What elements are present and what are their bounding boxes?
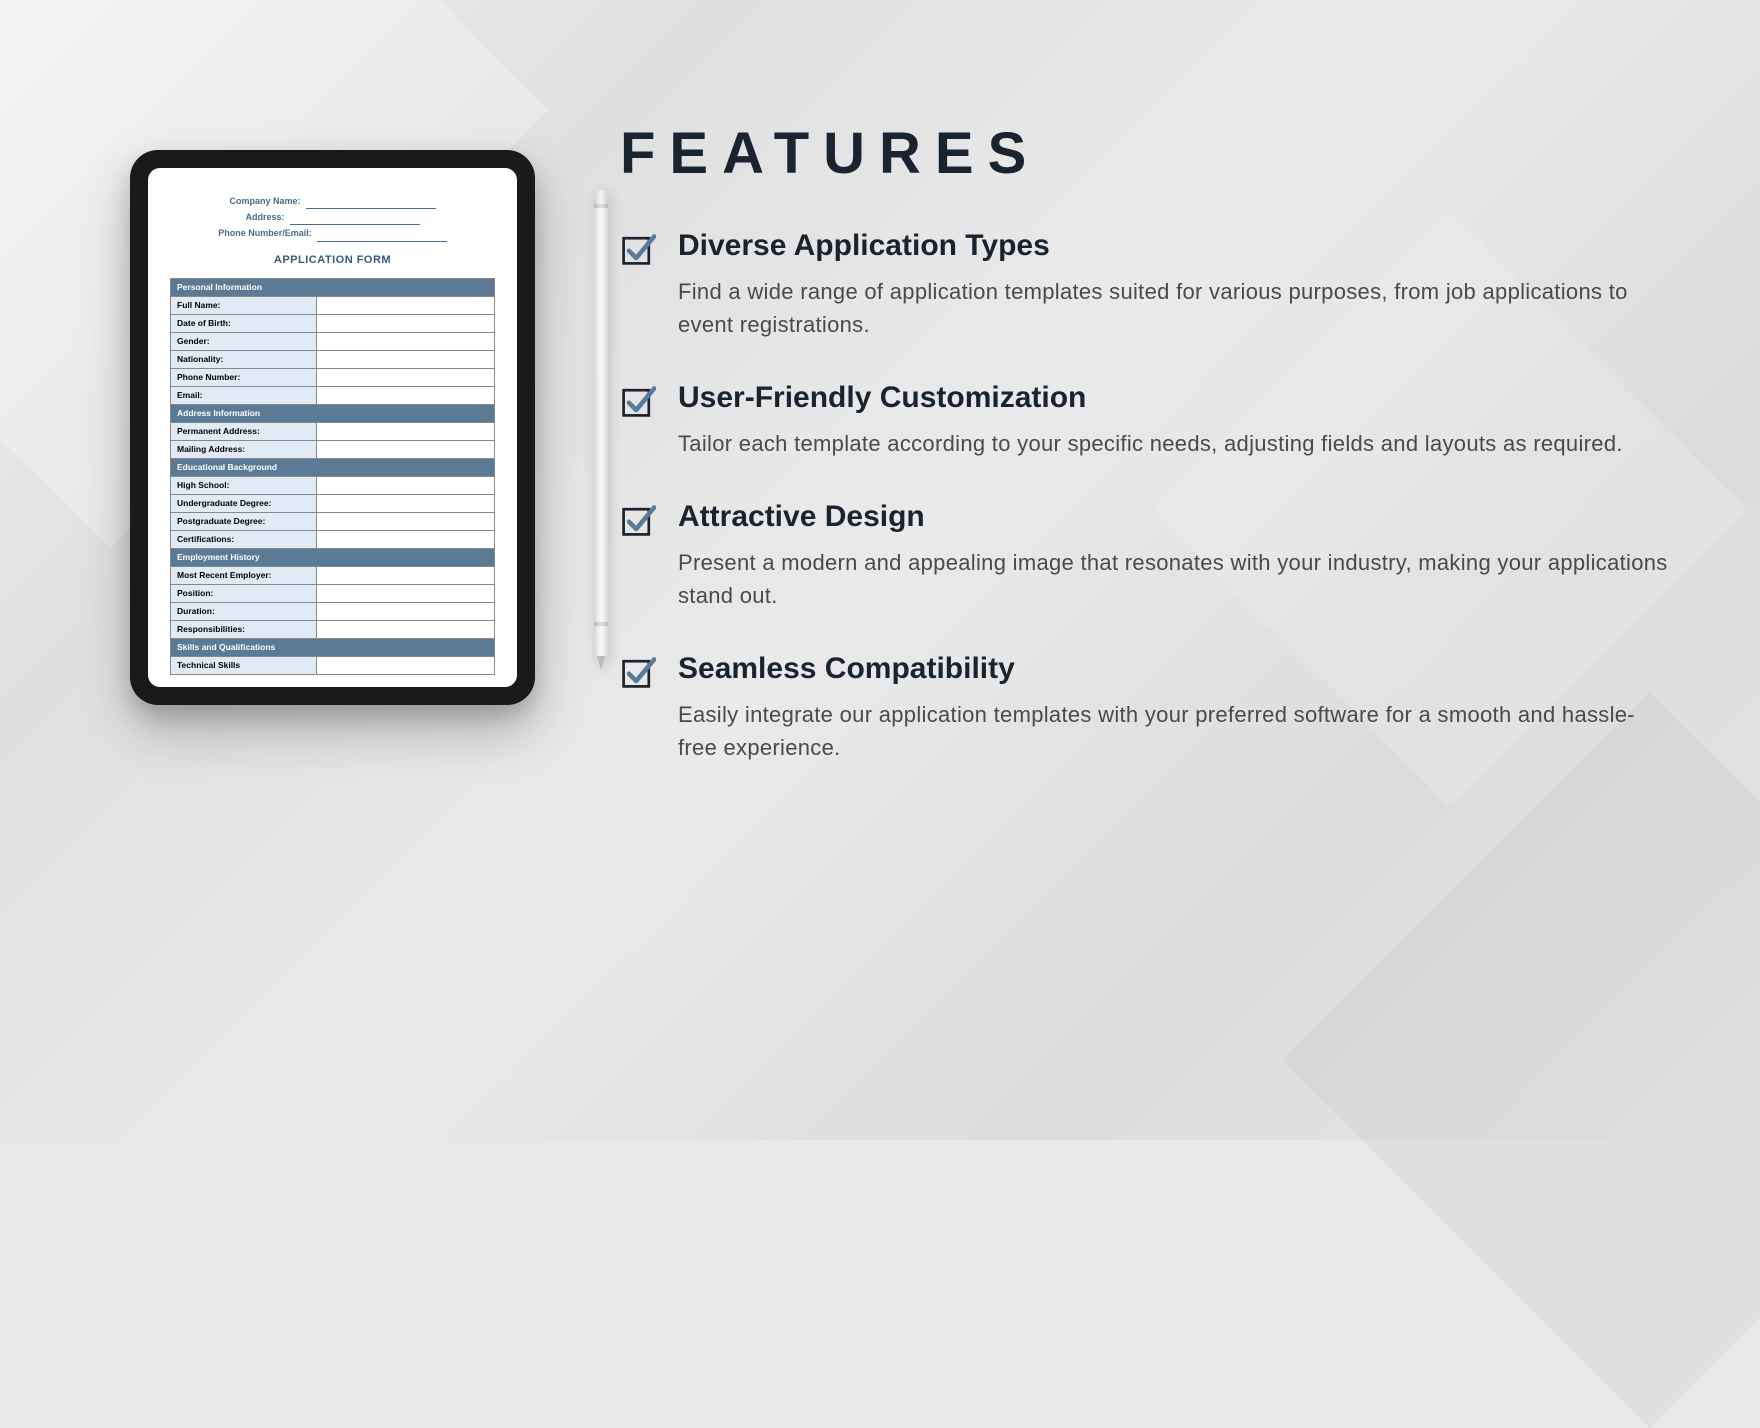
feature-content: Diverse Application Types Find a wide ra… xyxy=(678,229,1670,341)
form-section-header: Address Information xyxy=(171,404,495,422)
feature-title: Diverse Application Types xyxy=(678,229,1670,263)
feature-description: Find a wide range of application templat… xyxy=(678,275,1670,341)
form-field-row: Technical Skills xyxy=(171,656,495,674)
form-field-row: Email: xyxy=(171,386,495,404)
feature-title: Attractive Design xyxy=(678,500,1670,534)
form-field-row: Nationality: xyxy=(171,350,495,368)
phone-email-blank xyxy=(317,225,447,241)
form-field-row: Certifications: xyxy=(171,530,495,548)
feature-content: User-Friendly Customization Tailor each … xyxy=(678,381,1670,460)
features-heading: FEATURES xyxy=(620,120,1670,187)
form-field-row: Most Recent Employer: xyxy=(171,566,495,584)
feature-description: Tailor each template according to your s… xyxy=(678,427,1670,460)
feature-title: User-Friendly Customization xyxy=(678,381,1670,415)
checkmark-icon xyxy=(620,654,656,690)
company-name-label: Company Name: xyxy=(229,193,300,209)
form-header: Company Name: Address: Phone Number/Emai… xyxy=(170,193,495,242)
address-label: Address: xyxy=(245,209,284,225)
tablet-device: Company Name: Address: Phone Number/Emai… xyxy=(130,150,535,705)
form-section-header: Employment History xyxy=(171,548,495,566)
phone-email-label: Phone Number/Email: xyxy=(218,225,312,241)
features-column: FEATURES Diverse Application Types Find … xyxy=(620,90,1670,1050)
form-section-header: Personal Information xyxy=(171,278,495,296)
form-section-header: Skills and Qualifications xyxy=(171,638,495,656)
tablet-screen: Company Name: Address: Phone Number/Emai… xyxy=(148,168,517,687)
checkmark-icon xyxy=(620,231,656,267)
feature-description: Present a modern and appealing image tha… xyxy=(678,546,1670,612)
tablet-mockup-wrap: Company Name: Address: Phone Number/Emai… xyxy=(130,90,550,1050)
form-field-row: Responsibilities: xyxy=(171,620,495,638)
feature-description: Easily integrate our application templat… xyxy=(678,698,1670,764)
form-field-row: Permanent Address: xyxy=(171,422,495,440)
page-container: Company Name: Address: Phone Number/Emai… xyxy=(0,0,1760,1140)
form-field-row: Full Name: xyxy=(171,296,495,314)
form-field-row: Mailing Address: xyxy=(171,440,495,458)
form-field-row: Position: xyxy=(171,584,495,602)
form-field-row: Undergraduate Degree: xyxy=(171,494,495,512)
form-section-header: Educational Background xyxy=(171,458,495,476)
feature-content: Attractive Design Present a modern and a… xyxy=(678,500,1670,612)
form-field-row: Postgraduate Degree: xyxy=(171,512,495,530)
checkmark-icon xyxy=(620,502,656,538)
form-field-row: Date of Birth: xyxy=(171,314,495,332)
address-blank xyxy=(290,209,420,225)
checkmark-icon xyxy=(620,383,656,419)
feature-item: Diverse Application Types Find a wide ra… xyxy=(620,229,1670,341)
feature-item: Attractive Design Present a modern and a… xyxy=(620,500,1670,612)
form-field-row: Gender: xyxy=(171,332,495,350)
feature-title: Seamless Compatibility xyxy=(678,652,1670,686)
feature-item: Seamless Compatibility Easily integrate … xyxy=(620,652,1670,764)
stylus-pen xyxy=(594,190,608,670)
form-field-row: Duration: xyxy=(171,602,495,620)
application-form-table: Personal InformationFull Name:Date of Bi… xyxy=(170,278,495,675)
feature-item: User-Friendly Customization Tailor each … xyxy=(620,381,1670,460)
feature-content: Seamless Compatibility Easily integrate … xyxy=(678,652,1670,764)
form-field-row: Phone Number: xyxy=(171,368,495,386)
company-name-blank xyxy=(306,193,436,209)
form-field-row: High School: xyxy=(171,476,495,494)
form-title: APPLICATION FORM xyxy=(170,254,495,266)
